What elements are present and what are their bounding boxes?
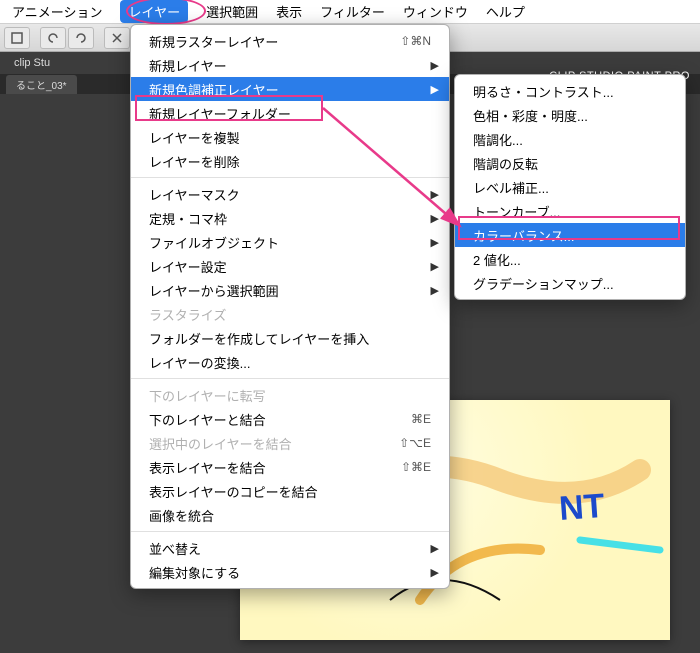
menu-shortcut: ⇧⌥E bbox=[399, 436, 431, 450]
menu-item-label: 新規レイヤーフォルダー bbox=[149, 104, 291, 123]
adjust-submenu-item-8[interactable]: グラデーションマップ... bbox=[455, 271, 685, 295]
menu-item-label: レイヤーマスク bbox=[149, 185, 240, 204]
layer-menu-item-24[interactable]: 編集対象にする ▶ bbox=[131, 560, 449, 584]
submenu-arrow-icon: ▶ bbox=[431, 284, 439, 297]
layer-menu-item-7[interactable]: レイヤーマスク ▶ bbox=[131, 182, 449, 206]
layer-menu-item-10[interactable]: レイヤー設定 ▶ bbox=[131, 254, 449, 278]
menu-item-label: レイヤーを削除 bbox=[149, 152, 240, 171]
adjust-submenu-item-1[interactable]: 色相・彩度・明度... bbox=[455, 103, 685, 127]
menu-item-label: 階調化... bbox=[473, 130, 523, 149]
submenu-arrow-icon: ▶ bbox=[431, 566, 439, 579]
adjust-submenu-item-3[interactable]: 階調の反転 bbox=[455, 151, 685, 175]
menu-shortcut: ⌘E bbox=[411, 412, 431, 426]
adjust-submenu-item-2[interactable]: 階調化... bbox=[455, 127, 685, 151]
menu-help[interactable]: ヘルプ bbox=[486, 2, 525, 21]
menu-item-label: 下のレイヤーに転写 bbox=[149, 386, 266, 405]
layer-menu-item-16: 下のレイヤーに転写 bbox=[131, 383, 449, 407]
menu-item-label: レイヤーから選択範囲 bbox=[149, 281, 279, 300]
menu-item-label: レイヤー設定 bbox=[149, 257, 227, 276]
menu-item-label: トーンカーブ... bbox=[473, 202, 560, 221]
toolbar-separator bbox=[96, 27, 102, 49]
layer-menu-item-9[interactable]: ファイルオブジェクト ▶ bbox=[131, 230, 449, 254]
menu-item-label: 階調の反転 bbox=[473, 154, 538, 173]
layer-menu-item-18: 選択中のレイヤーを結合 ⇧⌥E bbox=[131, 431, 449, 455]
menubar[interactable]: アニメーション レイヤー 選択範囲 表示 フィルター ウィンドウ ヘルプ bbox=[0, 0, 700, 24]
menu-item-label: カラーバランス... bbox=[473, 226, 574, 245]
layer-menu-item-8[interactable]: 定規・コマ枠 ▶ bbox=[131, 206, 449, 230]
menu-item-label: 並べ替え bbox=[149, 539, 201, 558]
menu-item-label: 2 値化... bbox=[473, 250, 521, 269]
layer-menu-item-3[interactable]: 新規レイヤーフォルダー bbox=[131, 101, 449, 125]
submenu-arrow-icon: ▶ bbox=[431, 542, 439, 555]
adjust-submenu-item-4[interactable]: レベル補正... bbox=[455, 175, 685, 199]
menu-item-label: 選択中のレイヤーを結合 bbox=[149, 434, 292, 453]
document-tab[interactable]: ること_03* bbox=[6, 75, 77, 94]
tool-save-icon[interactable] bbox=[4, 27, 30, 49]
layer-menu-item-0[interactable]: 新規ラスターレイヤー ⇧⌘N bbox=[131, 29, 449, 53]
menu-item-label: 表示レイヤーを結合 bbox=[149, 458, 266, 477]
menu-item-label: 新規ラスターレイヤー bbox=[149, 32, 278, 51]
adjust-submenu-item-0[interactable]: 明るさ・コントラスト... bbox=[455, 79, 685, 103]
menu-item-label: レベル補正... bbox=[473, 178, 549, 197]
color-adjust-submenu[interactable]: 明るさ・コントラスト... 色相・彩度・明度... 階調化... 階調の反転レベル補正… bbox=[454, 74, 686, 300]
submenu-arrow-icon: ▶ bbox=[431, 260, 439, 273]
layer-menu-item-11[interactable]: レイヤーから選択範囲 ▶ bbox=[131, 278, 449, 302]
menu-item-label: レイヤーを複製 bbox=[149, 128, 240, 147]
menu-shortcut: ⇧⌘E bbox=[401, 460, 431, 474]
menu-layer[interactable]: レイヤー bbox=[120, 0, 188, 23]
menu-item-label: レイヤーの変換... bbox=[149, 353, 250, 372]
menu-separator bbox=[131, 177, 449, 178]
layer-menu-item-4[interactable]: レイヤーを複製 bbox=[131, 125, 449, 149]
adjust-submenu-item-6[interactable]: カラーバランス... bbox=[455, 223, 685, 247]
menu-item-label: 下のレイヤーと結合 bbox=[149, 410, 266, 429]
menu-view[interactable]: 表示 bbox=[276, 2, 302, 21]
menu-item-label: 明るさ・コントラスト... bbox=[473, 82, 614, 101]
menu-filter[interactable]: フィルター bbox=[320, 2, 385, 21]
submenu-arrow-icon: ▶ bbox=[431, 83, 439, 96]
menu-item-label: 編集対象にする bbox=[149, 563, 240, 582]
menu-item-label: ラスタライズ bbox=[149, 305, 226, 324]
toolbar-separator bbox=[32, 27, 38, 49]
adjust-submenu-item-5[interactable]: トーンカーブ... bbox=[455, 199, 685, 223]
menu-item-label: 定規・コマ枠 bbox=[149, 209, 227, 228]
menu-animation[interactable]: アニメーション bbox=[12, 2, 102, 21]
menu-window[interactable]: ウィンドウ bbox=[403, 2, 468, 21]
menu-item-label: 画像を統合 bbox=[149, 506, 214, 525]
tool-redo-icon[interactable] bbox=[68, 27, 94, 49]
svg-text:NT: NT bbox=[558, 487, 606, 528]
layer-menu-item-20[interactable]: 表示レイヤーのコピーを結合 bbox=[131, 479, 449, 503]
menu-selection[interactable]: 選択範囲 bbox=[206, 2, 258, 21]
menu-separator bbox=[131, 531, 449, 532]
layer-menu-item-21[interactable]: 画像を統合 bbox=[131, 503, 449, 527]
menu-item-label: フォルダーを作成してレイヤーを挿入 bbox=[149, 329, 369, 348]
menu-item-label: 新規色調補正レイヤー bbox=[149, 80, 279, 99]
layer-menu-item-14[interactable]: レイヤーの変換... bbox=[131, 350, 449, 374]
tool-clear-icon[interactable] bbox=[104, 27, 130, 49]
layer-menu-item-12: ラスタライズ bbox=[131, 302, 449, 326]
layer-menu[interactable]: 新規ラスターレイヤー ⇧⌘N 新規レイヤー ▶ 新規色調補正レイヤー ▶ 新規レイヤーフォル… bbox=[130, 24, 450, 589]
submenu-arrow-icon: ▶ bbox=[431, 212, 439, 225]
layer-menu-item-5[interactable]: レイヤーを削除 bbox=[131, 149, 449, 173]
submenu-arrow-icon: ▶ bbox=[431, 188, 439, 201]
menu-shortcut: ⇧⌘N bbox=[400, 34, 431, 48]
adjust-submenu-item-7[interactable]: 2 値化... bbox=[455, 247, 685, 271]
layer-menu-item-23[interactable]: 並べ替え ▶ bbox=[131, 536, 449, 560]
title-left: clip Stu bbox=[14, 57, 50, 69]
layer-menu-item-13[interactable]: フォルダーを作成してレイヤーを挿入 bbox=[131, 326, 449, 350]
menu-item-label: ファイルオブジェクト bbox=[149, 233, 279, 252]
tool-undo-icon[interactable] bbox=[40, 27, 66, 49]
menu-item-label: 色相・彩度・明度... bbox=[473, 106, 588, 125]
submenu-arrow-icon: ▶ bbox=[431, 59, 439, 72]
layer-menu-item-1[interactable]: 新規レイヤー ▶ bbox=[131, 53, 449, 77]
layer-menu-item-19[interactable]: 表示レイヤーを結合 ⇧⌘E bbox=[131, 455, 449, 479]
layer-menu-item-2[interactable]: 新規色調補正レイヤー ▶ bbox=[131, 77, 449, 101]
menu-item-label: 表示レイヤーのコピーを結合 bbox=[149, 482, 318, 501]
menu-item-label: 新規レイヤー bbox=[149, 56, 227, 75]
layer-menu-item-17[interactable]: 下のレイヤーと結合 ⌘E bbox=[131, 407, 449, 431]
submenu-arrow-icon: ▶ bbox=[431, 236, 439, 249]
menu-item-label: グラデーションマップ... bbox=[473, 274, 614, 293]
menu-separator bbox=[131, 378, 449, 379]
